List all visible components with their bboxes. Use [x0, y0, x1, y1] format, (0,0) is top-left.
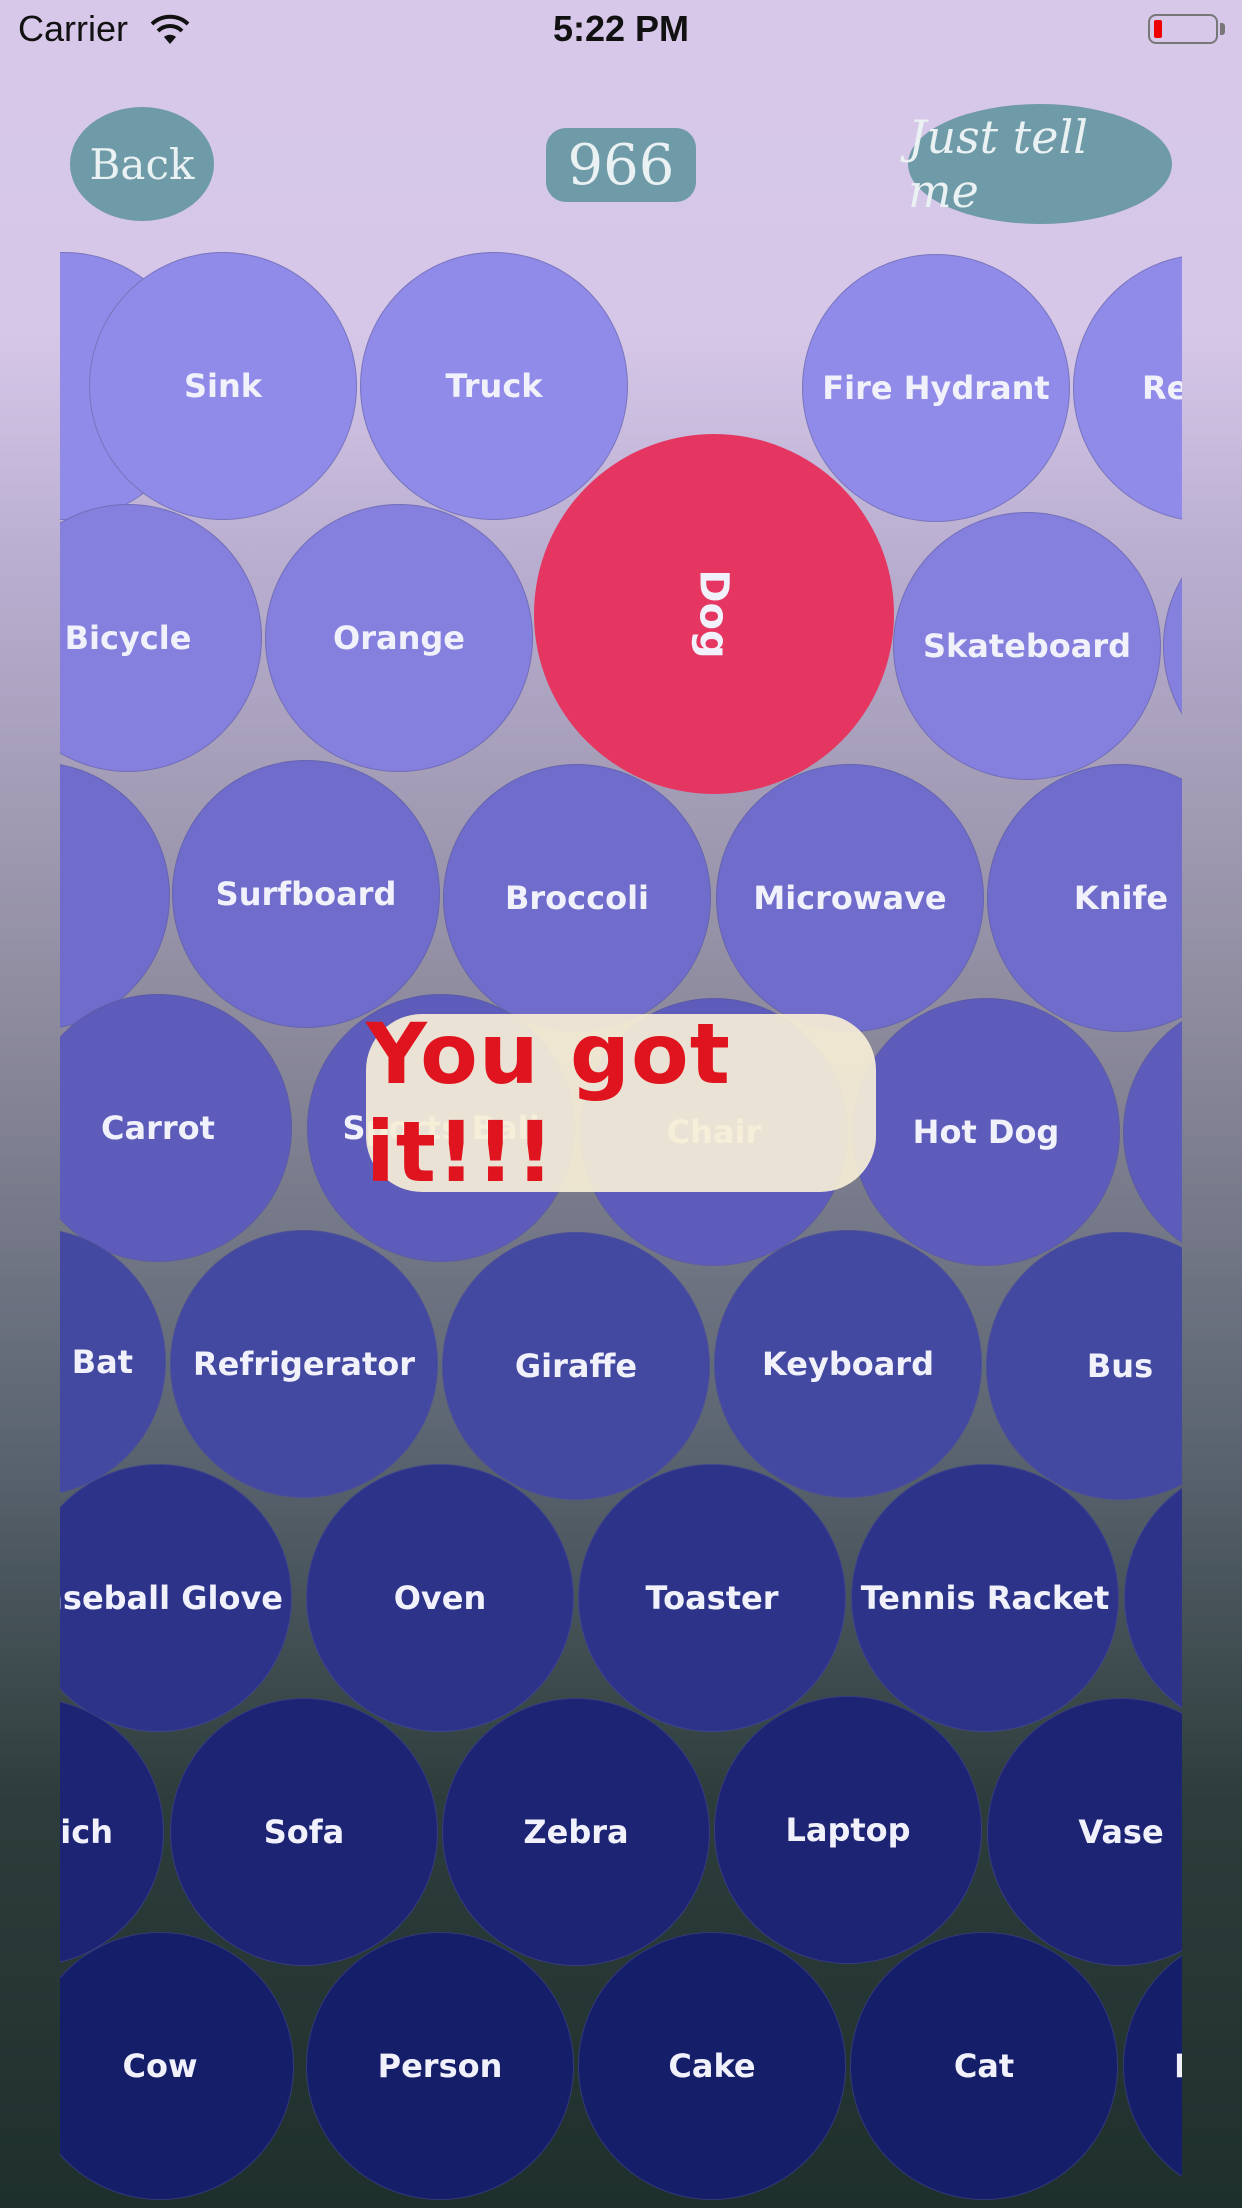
bubble-sink[interactable]: Sink	[89, 252, 357, 520]
bubble-dog-label: Dog	[690, 569, 737, 659]
bubble-po[interactable]: Po	[1123, 1932, 1182, 2200]
bubble-toaster[interactable]: Toaster	[578, 1464, 846, 1732]
bubble-keyboard[interactable]: Keyboard	[714, 1230, 982, 1498]
bubble-fire-hydrant[interactable]: Fire Hydrant	[802, 254, 1070, 522]
bubble-bicycle[interactable]: Bicycle	[60, 504, 262, 772]
bubble-baseball-glove[interactable]: Baseball Glove	[60, 1464, 292, 1732]
bubble-skateboard[interactable]: Skateboard	[893, 512, 1161, 780]
bubble-oven[interactable]: Oven	[306, 1464, 574, 1732]
bubble-knife[interactable]: Knife	[987, 764, 1182, 1032]
bubble-microwave[interactable]: Microwave	[716, 764, 984, 1032]
bubble-laptop[interactable]: Laptop	[714, 1696, 982, 1964]
bubble-giraffe[interactable]: Giraffe	[442, 1232, 710, 1500]
bubble-surfboard[interactable]: Surfboard	[172, 760, 440, 1028]
bubble-bus[interactable]: Bus	[986, 1232, 1182, 1500]
back-button[interactable]: Back	[70, 107, 214, 221]
bubble-orange[interactable]: Orange	[265, 504, 533, 772]
battery-icon	[1148, 14, 1218, 44]
bubble-cow[interactable]: Cow	[60, 1932, 294, 2200]
bubble-partial[interactable]	[1124, 1464, 1182, 1732]
bubble-dog-selected[interactable]: Dog	[534, 434, 894, 794]
bubble-tennis-racket[interactable]: Tennis Racket	[851, 1464, 1119, 1732]
battery-cap	[1220, 23, 1225, 35]
bubble-wich[interactable]: wich	[60, 1698, 164, 1966]
bubble-grid: Sink Truck Fire Hydrant Re Bicycle Orang…	[60, 250, 1182, 2208]
bubble-broccoli[interactable]: Broccoli	[443, 764, 711, 1032]
bubble-truck[interactable]: Truck	[360, 252, 628, 520]
bubble-bat[interactable]: l Bat	[60, 1228, 166, 1496]
bubble-refrigerator[interactable]: Refrigerator	[170, 1230, 438, 1498]
bubble-vase[interactable]: Vase	[987, 1698, 1182, 1966]
bubble-partial[interactable]	[60, 762, 170, 1030]
bubble-cat[interactable]: Cat	[850, 1932, 1118, 2200]
just-tell-me-button[interactable]: Just tell me	[908, 104, 1172, 224]
success-toast: You got it!!!	[366, 1005, 876, 1201]
bubble-zebra[interactable]: Zebra	[442, 1698, 710, 1966]
bubble-re[interactable]: Re	[1073, 254, 1182, 522]
bubble-carrot[interactable]: Carrot	[60, 994, 292, 1262]
clock: 5:22 PM	[552, 8, 690, 49]
bubble-partial[interactable]	[1163, 512, 1182, 780]
bubble-sofa[interactable]: Sofa	[170, 1698, 438, 1966]
bubble-hot-dog[interactable]: Hot Dog	[852, 998, 1120, 1266]
score-badge: 966	[546, 128, 696, 202]
status-bar: Carrier 5:22 PM	[0, 0, 1242, 60]
bubble-person[interactable]: Person	[306, 1932, 574, 2200]
bubble-partial[interactable]	[1123, 998, 1182, 1266]
bubble-cake[interactable]: Cake	[578, 1932, 846, 2200]
